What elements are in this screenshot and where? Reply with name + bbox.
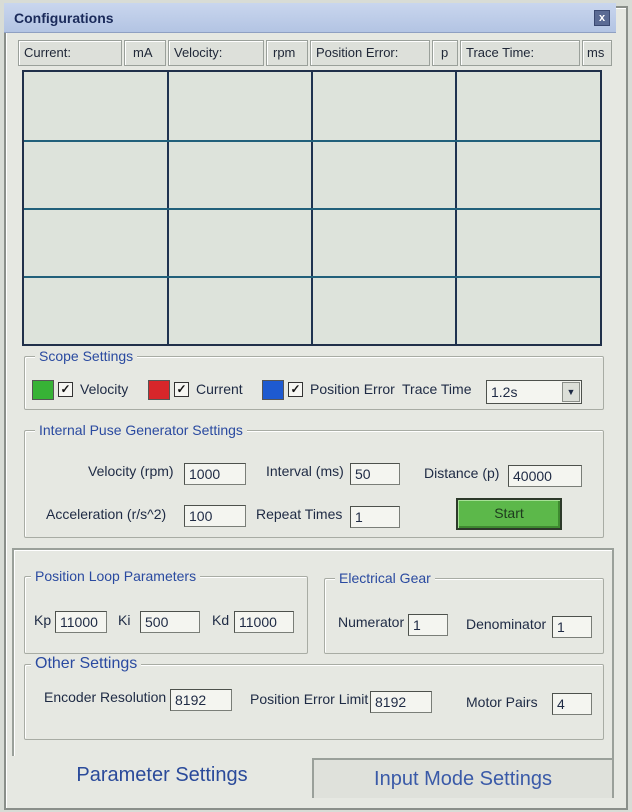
numerator-label: Numerator — [338, 614, 405, 630]
distance-label: Distance (p) — [424, 465, 500, 481]
electrical-gear-title: Electrical Gear — [335, 570, 435, 586]
kp-label: Kp — [34, 612, 52, 628]
scope-grid-line — [24, 208, 600, 210]
velocity-checkbox[interactable]: ✓ — [58, 382, 73, 397]
current-readout-label: Current: — [18, 40, 122, 66]
denominator-input[interactable]: 1 — [552, 616, 592, 638]
trace-time-value: 1.2s — [491, 384, 518, 400]
trace-time-select[interactable]: 1.2s ▼ — [486, 380, 582, 404]
readout-bar: Current: mA Velocity: rpm Position Error… — [14, 40, 612, 68]
check-icon: ✓ — [60, 382, 71, 396]
scope-grid-line — [24, 276, 600, 278]
denominator-label: Denominator — [466, 616, 547, 632]
pulse-velocity-label: Velocity (rpm) — [88, 463, 174, 479]
position-error-unit: p — [432, 40, 458, 66]
current-checkbox[interactable]: ✓ — [174, 382, 189, 397]
tab-input-mode-settings[interactable]: Input Mode Settings — [312, 758, 614, 798]
velocity-readout-label: Velocity: — [168, 40, 264, 66]
position-error-checkbox[interactable]: ✓ — [288, 382, 303, 397]
trace-time-label: Trace Time — [402, 381, 472, 397]
acceleration-label: Acceleration (r/s^2) — [46, 506, 167, 522]
tab-parameter-settings[interactable]: Parameter Settings — [12, 756, 312, 796]
close-icon: x — [598, 12, 606, 24]
position-error-color-swatch[interactable] — [262, 380, 284, 400]
scope-grid-line — [24, 140, 600, 142]
ki-label: Ki — [118, 612, 131, 628]
numerator-input[interactable]: 1 — [408, 614, 448, 636]
other-settings-title: Other Settings — [31, 655, 142, 673]
start-button[interactable]: Start — [456, 498, 562, 530]
current-channel-label: Current — [196, 381, 243, 397]
repeat-times-label: Repeat Times — [256, 506, 343, 522]
pulse-generator-title: Internal Puse Generator Settings — [35, 422, 247, 438]
motor-pairs-label: Motor Pairs — [466, 694, 538, 710]
check-icon: ✓ — [176, 382, 187, 396]
position-loop-title: Position Loop Parameters — [31, 568, 201, 584]
kp-input[interactable]: 11000 — [55, 611, 107, 633]
motor-pairs-input[interactable]: 4 — [552, 693, 592, 715]
window-title: Configurations — [14, 10, 114, 26]
velocity-color-swatch[interactable] — [32, 380, 54, 400]
scope-settings-title: Scope Settings — [35, 348, 138, 364]
scope-display — [22, 70, 602, 346]
position-error-channel-label: Position Error — [310, 381, 395, 397]
repeat-times-input[interactable]: 1 — [350, 506, 400, 528]
acceleration-input[interactable]: 100 — [184, 505, 246, 527]
chevron-down-icon[interactable]: ▼ — [562, 382, 580, 402]
velocity-unit: rpm — [266, 40, 308, 66]
ki-input[interactable]: 500 — [140, 611, 200, 633]
interval-input[interactable]: 50 — [350, 463, 400, 485]
position-error-readout-label: Position Error: — [310, 40, 430, 66]
encoder-resolution-label: Encoder Resolution — [44, 689, 167, 705]
check-icon: ✓ — [290, 382, 301, 396]
trace-time-unit: ms — [582, 40, 612, 66]
distance-input[interactable]: 40000 — [508, 465, 582, 487]
current-unit: mA — [124, 40, 166, 66]
position-error-limit-input[interactable]: 8192 — [370, 691, 432, 713]
interval-label: Interval (ms) — [266, 463, 344, 479]
close-button[interactable]: x — [594, 10, 610, 26]
velocity-channel-label: Velocity — [80, 381, 129, 397]
trace-time-readout-label: Trace Time: — [460, 40, 580, 66]
title-bar[interactable]: Configurations x — [4, 3, 616, 33]
kd-label: Kd — [212, 612, 230, 628]
kd-input[interactable]: 11000 — [234, 611, 294, 633]
position-error-limit-label: Position Error Limit — [250, 691, 369, 707]
encoder-resolution-input[interactable]: 8192 — [170, 689, 232, 711]
current-color-swatch[interactable] — [148, 380, 170, 400]
pulse-velocity-input[interactable]: 1000 — [184, 463, 246, 485]
